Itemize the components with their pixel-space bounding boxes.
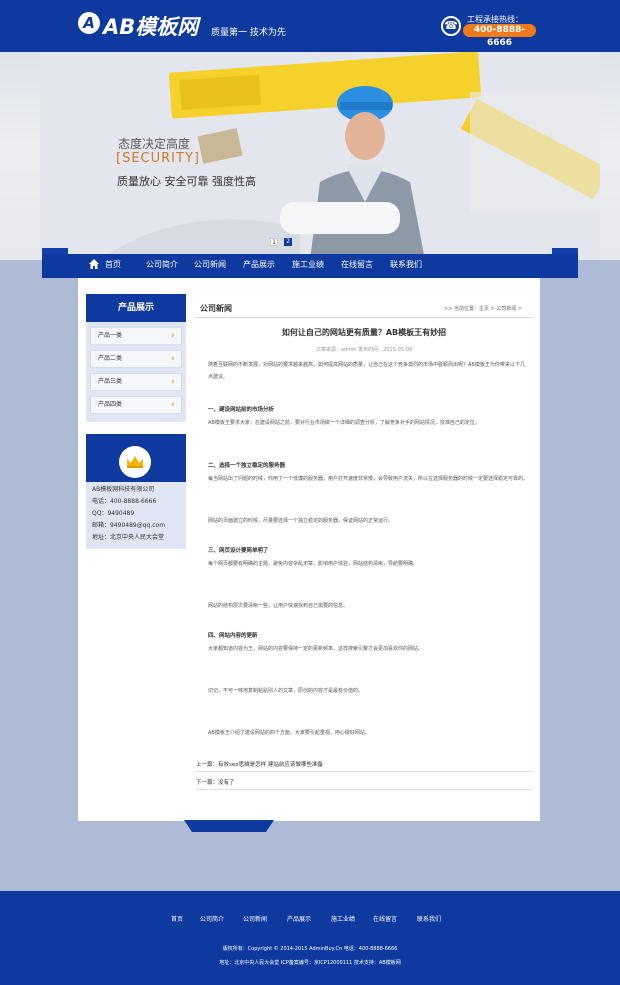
article-paragraph: 切记，不可一味地复制粘贴别人的文章，原创的内容才是最有价值的。: [208, 688, 364, 694]
category-item[interactable]: 产品二类 ›: [90, 350, 182, 368]
article-paragraph: 随着互联网的不断发展，对网站的要求越来越高，如何提高网站的质量，让自己在这个竞争…: [208, 362, 525, 380]
chevron-right-icon: ›: [171, 354, 175, 364]
category-title: 产品展示: [86, 294, 186, 322]
site-footer: [0, 891, 620, 985]
article-paragraph: 每当网站出了问题的时候，你用了一个低廉的服务器，用户打开速度非常慢，会导致用户流…: [208, 476, 529, 482]
footer-link-news[interactable]: 公司新闻: [243, 914, 267, 923]
category-label: 产品一类: [98, 332, 123, 339]
home-icon[interactable]: [88, 258, 100, 270]
contact-company: AB模板网科技有限公司: [92, 486, 155, 493]
site-slogan: 质量第一 技术为先: [211, 28, 286, 38]
footer-copyright: 版权所有：Copyright © 2014-2015 AdminBuy.Cn 电…: [222, 946, 398, 952]
divider: [196, 789, 532, 790]
footer-link-home[interactable]: 首页: [171, 914, 183, 923]
banner-keyword: [SECURITY]: [116, 151, 200, 166]
footer-link-products[interactable]: 产品展示: [287, 914, 311, 923]
article-heading: 二、选择一个独立稳定的服务器: [208, 463, 286, 469]
footer-address: 地址：北京中央人民大会堂 ICP备案编号：京ICP12000111 技术支持：A…: [219, 960, 401, 966]
article-title: 如何让自己的网站更有质量？AB模板王有妙招: [281, 328, 447, 337]
phone-icon: ☎: [441, 16, 461, 36]
nav-about[interactable]: 公司简介: [146, 258, 178, 272]
nav-message[interactable]: 在线留言: [341, 258, 373, 272]
next-article-link[interactable]: 下一篇：没有了: [196, 778, 235, 786]
article-paragraph: 每个网页都要有明确的主题，避免内容杂乱无章，影响用户体验，网站结构清晰，导航要明…: [208, 561, 419, 567]
article-heading: 三、网页设计要简单明了: [208, 548, 269, 554]
divider: [196, 771, 532, 772]
category-item[interactable]: 产品四类 ›: [90, 396, 182, 414]
footer-link-contact[interactable]: 联系我们: [417, 914, 441, 923]
contact-qq: QQ：9490489: [92, 510, 135, 517]
banner-headline: 态度决定高度: [118, 137, 191, 151]
category-item[interactable]: 产品一类 ›: [90, 327, 182, 345]
banner-tagline: 质量放心 安全可靠 强度性高: [117, 175, 256, 188]
footer-link-message[interactable]: 在线留言: [373, 914, 397, 923]
article-heading: 四、网站内容的更新: [208, 633, 258, 639]
nav-news[interactable]: 公司新闻: [194, 258, 226, 272]
content-footer-tab: [184, 820, 274, 832]
contact-email: 邮箱：9490489@qq.com: [92, 522, 166, 529]
contact-address: 地址：北京中央人民大会堂: [92, 534, 165, 541]
article-paragraph: 网站的结构层次要清晰一些，让用户快速找到自己需要的信息。: [208, 603, 349, 609]
article-paragraph: AB模板王要求大家，在建设网站之前，要对行业市场做一个详细的调查分析，了解竞争对…: [208, 420, 480, 426]
category-item[interactable]: 产品三类 ›: [90, 373, 182, 391]
article-paragraph: AB模板王介绍了建设网站的四个方面，大家要引起重视，用心做好网站。: [208, 730, 370, 736]
nav-contact[interactable]: 联系我们: [390, 258, 422, 272]
contact-phone: 电话：400-8888-6666: [92, 498, 157, 505]
article-paragraph: 网站的页面建立的时候，尽量要选择一个独立稳定的服务器，保证网站的正常运行。: [208, 518, 394, 524]
site-logo[interactable]: AB模板网: [103, 11, 198, 41]
crown-icon: [127, 456, 143, 468]
section-title: 公司新闻: [200, 304, 232, 313]
article-paragraph: 大家都知道内容为王，网站的内容要保持一定的更新频率，这样搜索引擎才会更加喜欢你的…: [208, 646, 424, 652]
hotline-number: 400-8888-6666: [463, 24, 536, 48]
chevron-right-icon: ›: [171, 400, 175, 410]
article-heading: 一、建设网站前的市场分析: [208, 407, 275, 413]
nav-products[interactable]: 产品展示: [243, 258, 275, 272]
category-label: 产品四类: [98, 401, 123, 408]
breadcrumb[interactable]: >> 当前位置：主页 > 公司新闻 >: [444, 305, 522, 312]
hero-banner: 态度决定高度 [SECURITY] 质量放心 安全可靠 强度性高 1 2: [0, 52, 620, 260]
nav-home[interactable]: 首页: [105, 258, 121, 272]
chevron-right-icon: ›: [171, 331, 175, 341]
category-label: 产品二类: [98, 355, 123, 362]
banner-dot-1[interactable]: 1: [270, 238, 278, 246]
prev-article-link[interactable]: 上一篇：有效seo思维是怎样 建站前应该做哪些准备: [196, 760, 323, 768]
logo-icon[interactable]: A: [78, 12, 100, 34]
footer-link-about[interactable]: 公司简介: [200, 914, 224, 923]
banner-dot-2[interactable]: 2: [284, 238, 292, 246]
chevron-right-icon: ›: [171, 377, 175, 387]
footer-link-cases[interactable]: 施工业绩: [331, 914, 355, 923]
article-meta: 文章来源：admin 发布时间：2015-05-09: [315, 347, 413, 353]
nav-cases[interactable]: 施工业绩: [292, 258, 324, 272]
category-label: 产品三类: [98, 378, 123, 385]
